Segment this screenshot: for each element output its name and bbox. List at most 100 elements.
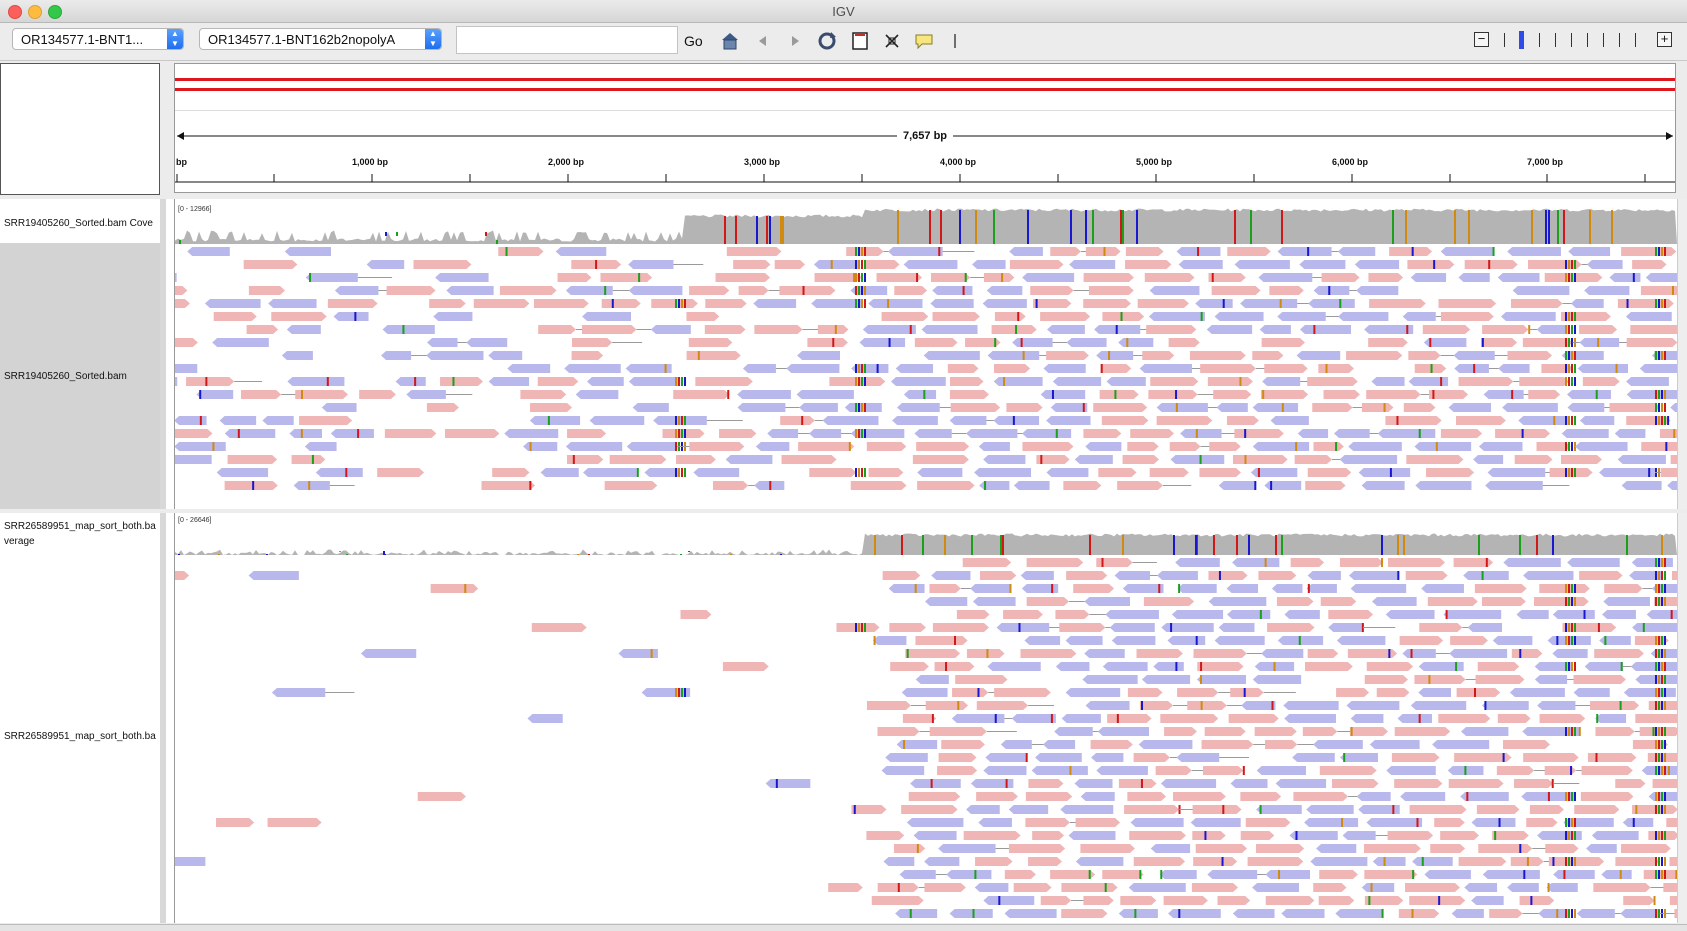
read-mismatch bbox=[595, 260, 598, 269]
aligned-read bbox=[1552, 610, 1595, 619]
read-mismatch bbox=[1571, 260, 1573, 269]
read-mismatch bbox=[1568, 377, 1570, 386]
read-mismatch bbox=[1199, 675, 1202, 684]
vertical-scrollbar[interactable] bbox=[1677, 513, 1687, 923]
read-mismatch bbox=[858, 468, 860, 477]
read-mismatch bbox=[1571, 636, 1573, 645]
zoom-tick[interactable] bbox=[1619, 33, 1620, 47]
aligned-read bbox=[1299, 260, 1346, 269]
back-icon[interactable] bbox=[752, 30, 774, 52]
zoom-tick[interactable] bbox=[1504, 33, 1505, 47]
aligned-read bbox=[1666, 818, 1677, 827]
coverage-mismatch-bar bbox=[385, 232, 387, 236]
genome-dropdown[interactable]: OR134577.1-BNT1... ▲ ▼ bbox=[12, 28, 184, 50]
coverage-track-2[interactable] bbox=[175, 513, 1677, 555]
coverage-track-name[interactable]: SRR26589951_map_sort_both.ba bbox=[4, 521, 160, 532]
aligned-read bbox=[1047, 325, 1085, 334]
aligned-read bbox=[946, 870, 992, 879]
aligned-read bbox=[440, 377, 483, 386]
zoom-in-button[interactable]: + bbox=[1657, 32, 1672, 47]
ruler-line-icon[interactable] bbox=[947, 30, 969, 52]
aligned-read bbox=[564, 364, 621, 373]
aligned-read bbox=[1434, 818, 1465, 827]
read-mismatch bbox=[1416, 818, 1419, 827]
alignment-track-name[interactable]: SRR19405260_Sorted.bam bbox=[4, 371, 160, 382]
aligned-read bbox=[851, 805, 887, 814]
read-mismatch bbox=[1020, 338, 1023, 347]
chromosome-dropdown[interactable]: OR134577.1-BNT162b2nopolyA ▲ ▼ bbox=[199, 28, 442, 50]
aligned-read bbox=[1476, 805, 1520, 814]
panel-divider[interactable] bbox=[160, 513, 166, 923]
panel-divider[interactable] bbox=[160, 199, 166, 509]
alignment-track-2[interactable] bbox=[175, 556, 1677, 923]
coverage-mismatch-bar bbox=[485, 232, 487, 236]
read-mismatch bbox=[1571, 351, 1573, 360]
coverage-track-1[interactable] bbox=[175, 199, 1677, 244]
aligned-read bbox=[241, 390, 282, 399]
read-mismatch bbox=[1661, 831, 1663, 840]
read-mismatch bbox=[1556, 636, 1559, 645]
read-mismatch bbox=[858, 286, 860, 295]
home-icon[interactable] bbox=[719, 30, 741, 52]
resize-icon[interactable] bbox=[881, 30, 903, 52]
aligned-read bbox=[1122, 455, 1159, 464]
alignment-panel-2[interactable]: [0 - 26646] bbox=[174, 513, 1677, 923]
aligned-read bbox=[1576, 909, 1615, 918]
aligned-read bbox=[1595, 727, 1635, 736]
read-mismatch bbox=[1671, 286, 1674, 295]
aligned-read bbox=[1098, 468, 1137, 477]
go-button[interactable]: Go bbox=[684, 33, 703, 49]
read-mismatch bbox=[1411, 247, 1414, 256]
ruler-panel[interactable]: 7,657 bp bp 1,000 bp 2,000 bp 3,000 bp 4… bbox=[174, 63, 1676, 193]
alignment-track-1[interactable] bbox=[175, 245, 1677, 509]
aligned-read bbox=[589, 416, 645, 425]
aligned-read bbox=[566, 455, 604, 464]
zoom-slider-thumb[interactable] bbox=[1519, 31, 1524, 49]
read-mismatch bbox=[830, 260, 833, 269]
refresh-icon[interactable] bbox=[816, 30, 838, 52]
zoom-tick[interactable] bbox=[1587, 33, 1588, 47]
zoom-tick[interactable] bbox=[1555, 33, 1556, 47]
alignment-panel-1[interactable]: [0 - 12966] bbox=[174, 199, 1677, 509]
popup-text-icon[interactable] bbox=[913, 30, 935, 52]
aligned-read bbox=[1197, 662, 1244, 671]
aligned-read bbox=[676, 455, 716, 464]
coverage-mismatch-bar bbox=[766, 216, 768, 244]
zoom-tick[interactable] bbox=[1571, 33, 1572, 47]
aligned-read bbox=[1346, 351, 1403, 360]
aligned-read bbox=[1502, 403, 1558, 412]
read-mismatch bbox=[1244, 429, 1247, 438]
aligned-read bbox=[686, 351, 741, 360]
roi-icon[interactable] bbox=[849, 30, 871, 52]
alignment-track-name[interactable]: SRR26589951_map_sort_both.ba bbox=[4, 731, 160, 742]
read-mismatch bbox=[1485, 558, 1488, 567]
zoom-tick[interactable] bbox=[1635, 33, 1636, 47]
coverage-mismatch-bar bbox=[1213, 535, 1215, 555]
read-mismatch bbox=[1410, 649, 1413, 658]
locus-search-input[interactable] bbox=[456, 26, 678, 54]
aligned-read bbox=[1632, 260, 1667, 269]
aligned-read bbox=[1372, 597, 1417, 606]
ruler-tick-label: 3,000 bp bbox=[744, 157, 781, 167]
vertical-scrollbar[interactable] bbox=[1677, 199, 1687, 509]
aligned-read bbox=[972, 597, 1016, 606]
aligned-read bbox=[1510, 299, 1563, 308]
aligned-read bbox=[871, 896, 924, 905]
zoom-tick[interactable] bbox=[1603, 33, 1604, 47]
read-mismatch bbox=[1108, 351, 1111, 360]
read-mismatch bbox=[604, 286, 607, 295]
aligned-read bbox=[1003, 610, 1043, 619]
aligned-read bbox=[903, 260, 958, 269]
aligned-read bbox=[1448, 403, 1492, 412]
zoom-out-button[interactable]: − bbox=[1474, 32, 1489, 47]
coverage-track-name[interactable]: SRR19405260_Sorted.bam Cove bbox=[4, 218, 160, 229]
read-mismatch bbox=[1658, 351, 1660, 360]
aligned-read bbox=[1507, 351, 1552, 360]
aligned-read bbox=[952, 688, 989, 697]
aligned-read bbox=[1414, 675, 1466, 684]
aligned-read bbox=[932, 312, 980, 321]
aligned-read bbox=[1414, 364, 1447, 373]
forward-icon[interactable] bbox=[784, 30, 806, 52]
coverage-mismatch-bar bbox=[1275, 535, 1277, 555]
zoom-tick[interactable] bbox=[1539, 33, 1540, 47]
